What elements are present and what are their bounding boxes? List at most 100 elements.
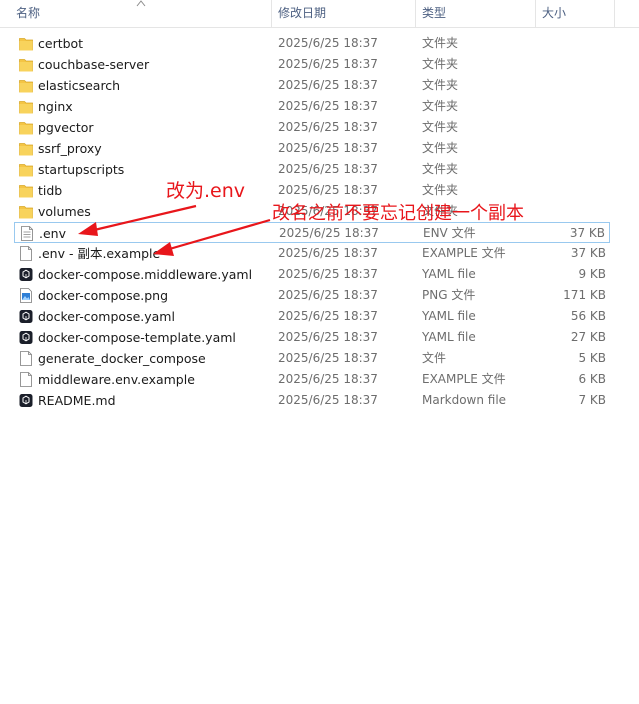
file-row[interactable]: ssrf_proxy 2025/6/25 18:37 文件夹: [14, 138, 610, 159]
file-modified-date: 2025/6/25 18:37: [278, 393, 378, 407]
file-row[interactable]: certbot 2025/6/25 18:37 文件夹: [14, 33, 610, 54]
file-name: docker-compose.png: [38, 288, 169, 303]
file-name: pgvector: [38, 120, 94, 135]
column-header-name[interactable]: 名称: [16, 0, 40, 27]
file-modified-date: 2025/6/25 18:37: [279, 226, 379, 240]
file-type: YAML file: [422, 309, 476, 323]
file-row[interactable]: .env - 副本.example 2025/6/25 18:37 EXAMPLE …: [14, 243, 610, 264]
file-name: tidb: [38, 183, 63, 198]
folder-icon: [19, 162, 33, 177]
file-row[interactable]: .env 2025/6/25 18:37 ENV 文件 37 KB: [14, 222, 610, 243]
folder-icon: [19, 141, 33, 156]
file-name: README.md: [38, 393, 116, 408]
file-type: 文件夹: [422, 78, 459, 92]
file-modified-date: 2025/6/25 18:37: [278, 36, 378, 50]
column-header: 名称 修改日期 类型 大小: [0, 0, 639, 28]
file-type: YAML file: [422, 330, 476, 344]
file-name: middleware.env.example: [38, 372, 195, 387]
file-modified-date: 2025/6/25 18:37: [278, 309, 378, 323]
file-size: 37 KB: [570, 246, 606, 260]
file-type: 文件夹: [422, 141, 459, 155]
file-row[interactable]: nginx 2025/6/25 18:37 文件夹: [14, 96, 610, 117]
file-modified-date: 2025/6/25 18:37: [278, 267, 378, 281]
app-file-icon: [19, 309, 33, 324]
file-type: ENV 文件: [423, 226, 476, 240]
column-header-size[interactable]: 大小: [542, 0, 566, 27]
folder-icon: [19, 78, 33, 93]
folder-icon: [19, 99, 33, 114]
file-row[interactable]: docker-compose.png 2025/6/25 18:37 PNG 文件 1…: [14, 285, 610, 306]
app-file-icon: [19, 267, 33, 282]
file-name: docker-compose-template.yaml: [38, 330, 236, 345]
blank-file-icon: [19, 372, 33, 387]
file-type: 文件夹: [422, 36, 459, 50]
file-name: ssrf_proxy: [38, 141, 102, 156]
file-modified-date: 2025/6/25 18:37: [278, 57, 378, 71]
file-type: 文件夹: [422, 162, 459, 176]
file-size: 5 KB: [578, 351, 606, 365]
file-type: PNG 文件: [422, 288, 476, 302]
folder-icon: [19, 183, 33, 198]
file-name: certbot: [38, 36, 84, 51]
file-type: EXAMPLE 文件: [422, 372, 506, 386]
file-row[interactable]: startupscripts 2025/6/25 18:37 文件夹: [14, 159, 610, 180]
file-modified-date: 2025/6/25 18:37: [278, 141, 378, 155]
file-row[interactable]: README.md 2025/6/25 18:37 Markdown file 7 K…: [14, 390, 610, 411]
file-size: 6 KB: [578, 372, 606, 386]
image-file-icon: [19, 288, 33, 303]
file-name: elasticsearch: [38, 78, 121, 93]
file-name: .env: [39, 226, 66, 241]
file-modified-date: 2025/6/25 18:37: [278, 246, 378, 260]
file-size: 7 KB: [578, 393, 606, 407]
file-row[interactable]: docker-compose.middleware.yaml 2025/6/25 …: [14, 264, 610, 285]
folder-icon: [19, 204, 33, 219]
file-name: .env - 副本.example: [38, 246, 161, 261]
file-modified-date: 2025/6/25 18:37: [278, 120, 378, 134]
file-type: EXAMPLE 文件: [422, 246, 506, 260]
file-row[interactable]: docker-compose.yaml 2025/6/25 18:37 YAML f…: [14, 306, 610, 327]
file-type: 文件夹: [422, 57, 459, 71]
app-file-icon: [19, 393, 33, 408]
sort-ascending-icon[interactable]: [136, 0, 146, 7]
column-divider[interactable]: [271, 0, 272, 27]
file-modified-date: 2025/6/25 18:37: [278, 78, 378, 92]
column-header-date[interactable]: 修改日期: [278, 0, 326, 27]
file-name: docker-compose.middleware.yaml: [38, 267, 253, 282]
file-modified-date: 2025/6/25 18:37: [278, 351, 378, 365]
file-name: nginx: [38, 99, 73, 114]
file-type: Markdown file: [422, 393, 507, 407]
file-row[interactable]: elasticsearch 2025/6/25 18:37 文件夹: [14, 75, 610, 96]
app-file-icon: [19, 330, 33, 345]
file-row[interactable]: generate_docker_compose 2025/6/25 18:37 文件…: [14, 348, 610, 369]
file-row[interactable]: tidb 2025/6/25 18:37 文件夹: [14, 180, 610, 201]
file-size: 37 KB: [569, 226, 605, 240]
folder-icon: [19, 36, 33, 51]
column-divider[interactable]: [415, 0, 416, 27]
column-divider[interactable]: [535, 0, 536, 27]
file-modified-date: 2025/6/25 18:37: [278, 288, 378, 302]
file-type: 文件夹: [422, 183, 459, 197]
file-modified-date: 2025/6/25 18:37: [278, 162, 378, 176]
file-name: docker-compose.yaml: [38, 309, 175, 324]
column-divider[interactable]: [614, 0, 615, 27]
text-file-icon: [20, 226, 34, 241]
file-name: startupscripts: [38, 162, 125, 177]
file-row[interactable]: couchbase-server 2025/6/25 18:37 文件夹: [14, 54, 610, 75]
file-modified-date: 2025/6/25 18:37: [278, 372, 378, 386]
folder-icon: [19, 57, 33, 72]
blank-file-icon: [19, 246, 33, 261]
copy-annotation: 改名之前不要忘记创建一个副本: [272, 203, 524, 224]
column-header-type[interactable]: 类型: [422, 0, 446, 27]
file-row[interactable]: pgvector 2025/6/25 18:37 文件夹: [14, 117, 610, 138]
file-row[interactable]: middleware.env.example 2025/6/25 18:37 EXA…: [14, 369, 610, 390]
folder-icon: [19, 120, 33, 135]
file-type: 文件夹: [422, 120, 459, 134]
file-size: 56 KB: [570, 309, 606, 323]
file-row[interactable]: docker-compose-template.yaml 2025/6/25 18…: [14, 327, 610, 348]
file-type: YAML file: [422, 267, 476, 281]
blank-file-icon: [19, 351, 33, 366]
rename-annotation: 改为.env: [166, 180, 246, 202]
file-name: volumes: [38, 204, 91, 219]
file-name: couchbase-server: [38, 57, 150, 72]
file-type: 文件: [422, 351, 447, 365]
